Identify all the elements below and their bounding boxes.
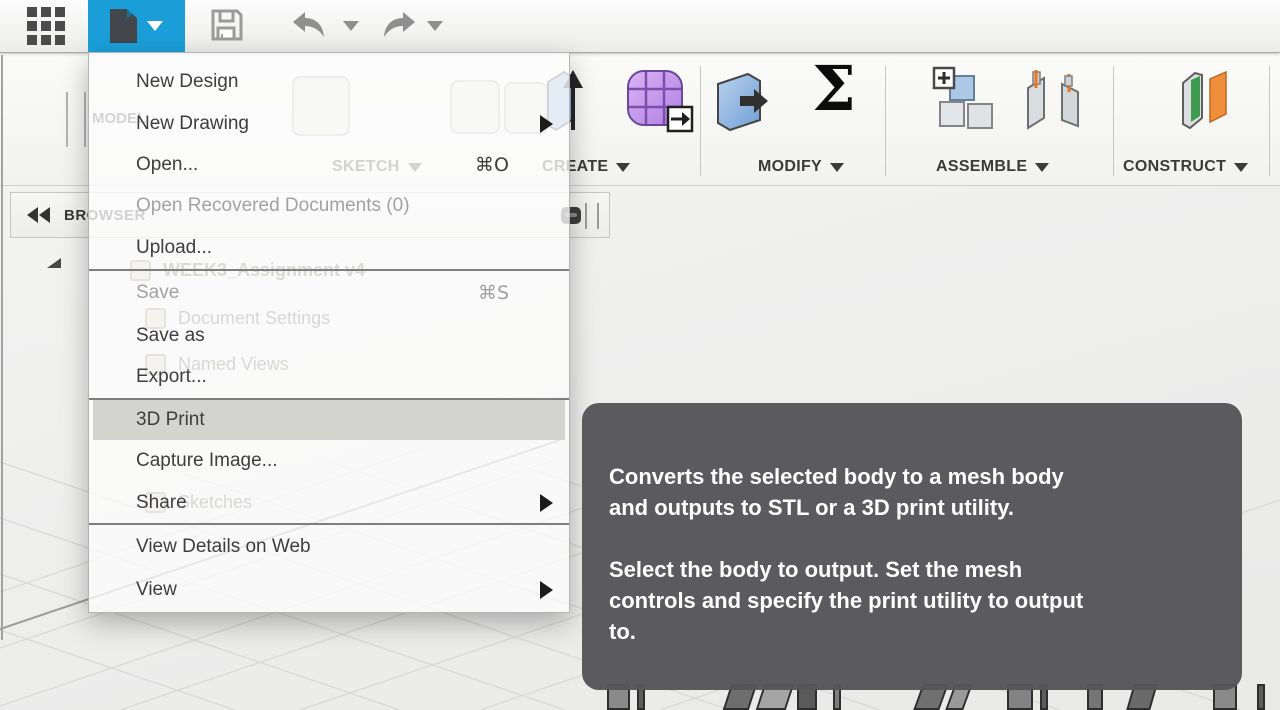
menu-item-save-as[interactable]: Save as [89, 315, 569, 356]
file-menu-button[interactable] [88, 0, 185, 52]
grid-icon [27, 7, 65, 45]
submenu-arrow-icon [540, 114, 553, 133]
tooltip-text: controls and specify the print utility t… [609, 588, 1084, 613]
redo-icon [384, 11, 415, 37]
chevron-down-icon [616, 162, 631, 172]
chevron-down-icon [1035, 162, 1050, 172]
tooltip-text: to. [609, 619, 636, 644]
chevron-down-icon [830, 162, 845, 172]
chevron-down-icon [427, 20, 443, 31]
modify-label: MODIFY [758, 158, 823, 175]
press-pull-icon[interactable] [714, 70, 778, 134]
construct-label: CONSTRUCT [1123, 158, 1227, 175]
toolbar-grip[interactable] [66, 92, 68, 147]
file-icon [110, 9, 137, 43]
menu-item-save[interactable]: Save ⌘S [89, 271, 569, 315]
ribbon-group-assemble[interactable]: ASSEMBLE [936, 155, 1050, 179]
file-menu: New Design New Drawing Open... ⌘O Open R… [88, 52, 570, 613]
menu-item-view-details-on-web[interactable]: View Details on Web [89, 525, 569, 569]
menu-item-export[interactable]: Export... [89, 356, 569, 398]
ribbon-divider [700, 66, 701, 176]
menu-item-capture-image[interactable]: Capture Image... [89, 440, 569, 482]
section-corner-icon [47, 258, 61, 268]
create-form-icon[interactable] [626, 69, 696, 133]
floppy-icon [211, 9, 243, 40]
browser-panel-grip[interactable] [585, 203, 599, 229]
viewport-left-edge [1, 55, 3, 640]
submenu-arrow-icon [540, 493, 553, 512]
chevron-down-icon [147, 21, 163, 31]
undo-dropdown-button[interactable] [338, 0, 364, 52]
app-grid-button[interactable] [24, 0, 68, 52]
chevron-down-icon [1234, 162, 1249, 172]
menu-item-3d-print[interactable]: 3D Print [93, 400, 565, 440]
collapse-left-icon [39, 207, 50, 223]
menu-item-open-recovered[interactable]: Open Recovered Documents (0) [89, 185, 569, 227]
menu-item-new-drawing[interactable]: New Drawing [89, 103, 569, 144]
chevron-down-icon [343, 20, 359, 31]
ribbon-divider [885, 66, 886, 176]
change-parameters-icon[interactable]: Σ [812, 58, 856, 120]
assemble-label: ASSEMBLE [936, 158, 1028, 175]
redo-dropdown-button[interactable] [422, 0, 448, 52]
undo-icon [293, 11, 324, 37]
ribbon-divider [1113, 66, 1114, 176]
collapse-left-icon [27, 207, 38, 223]
tooltip-paragraph-gap [609, 523, 1212, 554]
3d-print-tooltip: Converts the selected body to a mesh bod… [582, 403, 1242, 690]
ribbon-group-construct[interactable]: CONSTRUCT [1123, 155, 1249, 179]
menu-item-share[interactable]: Share [89, 482, 569, 523]
quick-access-toolbar [0, 0, 1280, 53]
shortcut-label: ⌘S [477, 282, 509, 304]
menu-item-open[interactable]: Open... ⌘O [89, 144, 569, 185]
shortcut-label: ⌘O [475, 153, 509, 176]
tooltip-text: Converts the selected body to a mesh bod… [609, 464, 1064, 489]
menu-item-view[interactable]: View [89, 569, 569, 611]
new-component-icon[interactable] [932, 66, 998, 132]
fusion360-window: MODEL SKETCH CREATE [0, 0, 1280, 710]
browser-collapse-button[interactable] [23, 203, 54, 227]
undo-button[interactable] [288, 0, 330, 52]
ribbon-divider [1269, 66, 1270, 176]
toolbar-grip[interactable] [84, 92, 86, 147]
redo-button[interactable] [378, 0, 420, 52]
tooltip-text: and outputs to STL or a 3D print utility… [609, 495, 1014, 520]
joint-icon[interactable] [1022, 68, 1084, 130]
construct-plane-icon[interactable] [1180, 68, 1236, 130]
menu-item-new-design[interactable]: New Design [89, 61, 569, 103]
tooltip-text: Select the body to output. Set the mesh [609, 557, 1023, 582]
ribbon-group-modify[interactable]: MODIFY [758, 155, 845, 179]
save-button[interactable] [204, 0, 250, 52]
submenu-arrow-icon [540, 581, 553, 599]
menu-item-upload[interactable]: Upload... [89, 227, 569, 269]
